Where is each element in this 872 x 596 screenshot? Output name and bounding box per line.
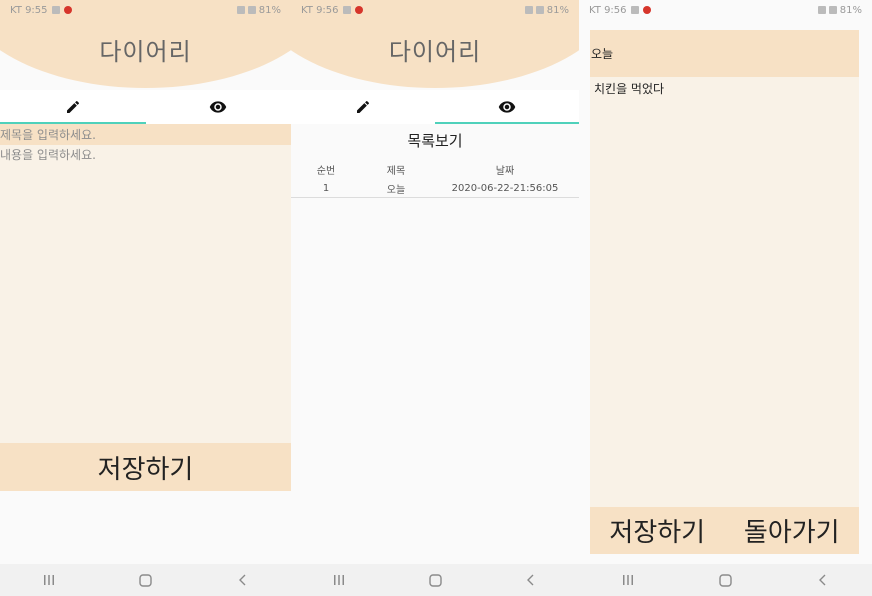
signal-icon xyxy=(535,6,544,14)
signal-icon xyxy=(247,6,256,14)
home-button[interactable] xyxy=(705,568,745,592)
status-carrier-time: KT 9:56 xyxy=(301,4,339,16)
status-battery: 81% xyxy=(258,4,281,16)
table-header-row: 순번 제목 날짜 xyxy=(291,160,579,179)
save-button[interactable]: 저장하기 xyxy=(590,507,725,554)
system-nav-bar xyxy=(0,564,291,596)
tab-write[interactable] xyxy=(291,90,435,124)
detail-subject-field[interactable]: 오늘 xyxy=(590,30,859,77)
detail-content-field[interactable]: 치킨을 먹었다 xyxy=(590,77,859,507)
gallery-icon xyxy=(342,6,351,14)
write-screen: KT 9:55 81% 다이어리 저장하기 xyxy=(0,0,291,596)
back-button[interactable] xyxy=(803,568,843,592)
alarm-icon xyxy=(817,6,826,14)
save-button[interactable]: 저장하기 xyxy=(0,443,291,491)
system-nav-bar xyxy=(579,564,872,596)
home-icon xyxy=(428,573,442,587)
eye-icon xyxy=(498,101,516,113)
row-date: 2020-06-22-21:56:05 xyxy=(451,182,559,194)
back-to-list-button[interactable]: 돌아가기 xyxy=(725,507,860,554)
recent-apps-icon xyxy=(622,575,633,585)
list-heading: 목록보기 xyxy=(407,132,463,150)
status-bar: KT 9:55 81% xyxy=(0,0,291,20)
megaphone-icon xyxy=(642,6,651,14)
notification-icon xyxy=(51,6,60,14)
home-button[interactable] xyxy=(126,568,166,592)
status-bar: KT 9:56 81% xyxy=(579,0,872,20)
pencil-icon xyxy=(66,100,79,113)
recent-apps-icon xyxy=(43,575,54,585)
column-header-number: 순번 xyxy=(316,166,336,177)
tab-write[interactable] xyxy=(0,90,146,124)
status-battery: 81% xyxy=(546,4,569,16)
back-button[interactable] xyxy=(223,568,263,592)
tab-view[interactable] xyxy=(146,90,292,124)
tab-view[interactable] xyxy=(435,90,579,124)
app-title: 다이어리 xyxy=(99,38,192,66)
tab-bar xyxy=(291,90,579,124)
recent-apps-icon xyxy=(334,575,344,585)
app-title: 다이어리 xyxy=(388,38,482,66)
home-icon xyxy=(719,573,732,587)
back-chevron-icon xyxy=(527,574,534,586)
alarm-icon xyxy=(524,6,533,14)
home-button[interactable] xyxy=(415,568,455,592)
detail-button-bar: 저장하기 돌아가기 xyxy=(590,507,859,554)
home-icon xyxy=(139,573,152,587)
recent-apps-button[interactable] xyxy=(29,568,69,592)
back-button[interactable] xyxy=(511,568,551,592)
alarm-icon xyxy=(236,6,245,14)
signal-icon xyxy=(828,6,837,14)
status-carrier-time: KT 9:55 xyxy=(10,4,48,16)
row-subject: 오늘 xyxy=(386,184,406,196)
list-screen: KT 9:56 81% 다이어리 목록보기 순번 제목 날짜 1 오늘 2020… xyxy=(291,0,579,596)
tab-bar xyxy=(0,90,291,124)
gallery-icon xyxy=(630,6,639,14)
pencil-icon xyxy=(357,100,370,113)
content-input[interactable] xyxy=(0,145,291,443)
status-bar: KT 9:56 81% xyxy=(291,0,579,20)
back-chevron-icon xyxy=(819,574,826,586)
title-input[interactable] xyxy=(0,124,291,145)
system-nav-bar xyxy=(291,564,579,596)
detail-screen: KT 9:56 81% 오늘 치킨을 먹었다 저장하기 돌아가기 xyxy=(579,0,872,596)
recent-apps-button[interactable] xyxy=(319,568,359,592)
status-battery: 81% xyxy=(839,4,862,16)
megaphone-icon xyxy=(354,6,363,14)
megaphone-icon xyxy=(63,6,72,14)
recent-apps-button[interactable] xyxy=(608,568,648,592)
row-number: 1 xyxy=(322,182,330,194)
diary-list-table: 순번 제목 날짜 1 오늘 2020-06-22-21:56:05 xyxy=(291,160,579,198)
column-header-date: 날짜 xyxy=(495,166,515,177)
eye-icon xyxy=(210,101,227,113)
column-header-subject: 제목 xyxy=(386,166,406,177)
back-chevron-icon xyxy=(238,574,245,586)
status-carrier-time: KT 9:56 xyxy=(589,4,627,16)
table-row[interactable]: 1 오늘 2020-06-22-21:56:05 xyxy=(291,179,579,198)
